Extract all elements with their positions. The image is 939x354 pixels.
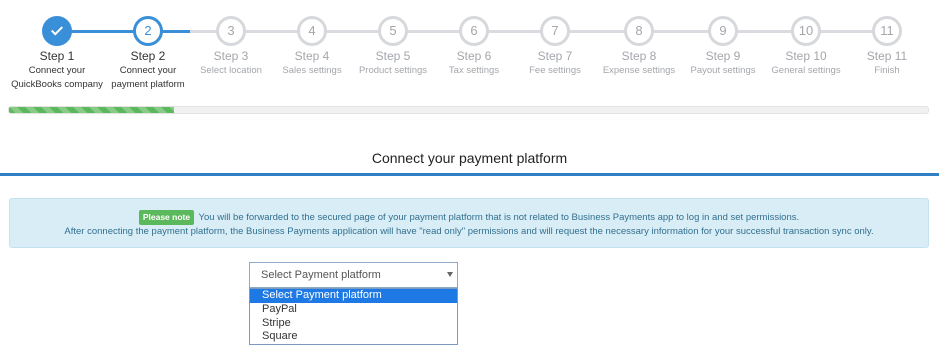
step-6-circle: 6 bbox=[459, 16, 489, 46]
progress-bar-fill bbox=[9, 107, 175, 113]
step-11-circle: 11 bbox=[872, 16, 902, 46]
title-divider bbox=[0, 173, 939, 176]
payment-platform-dropdown: Select Payment platform PayPal Stripe Sq… bbox=[249, 288, 458, 345]
select-value: Select Payment platform bbox=[261, 269, 381, 281]
step-1-desc-2: QuickBooks company bbox=[11, 79, 103, 90]
please-note-badge: Please note bbox=[138, 210, 195, 225]
setup-progress-bar bbox=[8, 106, 929, 114]
option-square[interactable]: Square bbox=[250, 330, 457, 344]
setup-stepper: Step 1 Connect your QuickBooks company 2… bbox=[0, 0, 939, 100]
step-8-circle: 8 bbox=[624, 16, 654, 46]
check-icon bbox=[50, 23, 64, 36]
info-alert: Please note You will be forwarded to the… bbox=[9, 198, 929, 248]
step-1-desc: Connect your bbox=[28, 65, 86, 76]
step-10-circle: 10 bbox=[791, 16, 821, 46]
option-stripe[interactable]: Stripe bbox=[250, 317, 457, 331]
payment-platform-select[interactable]: Select Payment platform bbox=[249, 262, 458, 288]
caret-down-icon bbox=[447, 272, 453, 277]
step-2-desc-2: payment platform bbox=[111, 79, 185, 90]
option-paypal[interactable]: PayPal bbox=[250, 303, 457, 317]
step-11-title: Step 11 bbox=[866, 49, 908, 63]
step-11: 11 Step 11 Finish bbox=[837, 16, 937, 78]
step-11-desc: Finish bbox=[874, 65, 900, 76]
step-2-circle: 2 bbox=[133, 16, 163, 46]
step-1-title: Step 1 bbox=[39, 49, 75, 63]
step-7-circle: 7 bbox=[540, 16, 570, 46]
alert-text-2: After connecting the payment platform, t… bbox=[64, 226, 874, 237]
step-3-circle: 3 bbox=[216, 16, 246, 46]
page-title: Connect your payment platform bbox=[371, 150, 568, 166]
step-4-circle: 4 bbox=[297, 16, 327, 46]
alert-text-1: You will be forwarded to the secured pag… bbox=[198, 212, 800, 223]
alert-line-1: Please note You will be forwarded to the… bbox=[10, 210, 928, 225]
step-1[interactable]: Step 1 Connect your QuickBooks company bbox=[7, 16, 107, 92]
option-select-payment-platform[interactable]: Select Payment platform bbox=[250, 289, 457, 303]
step-5-circle: 5 bbox=[378, 16, 408, 46]
step-9-circle: 9 bbox=[708, 16, 738, 46]
step-1-circle bbox=[42, 16, 72, 46]
